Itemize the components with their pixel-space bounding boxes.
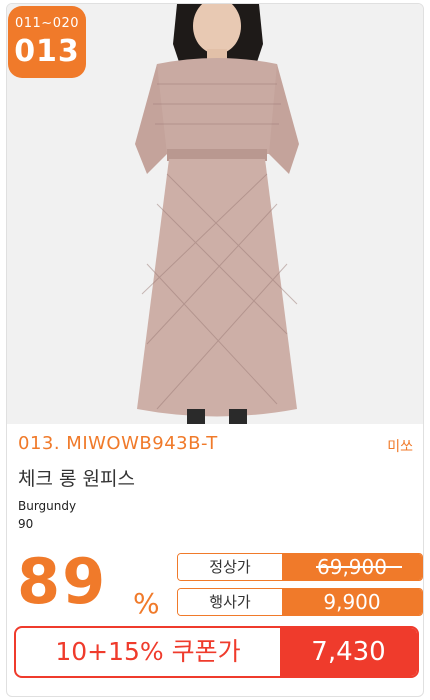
discount-percent: 89	[17, 545, 108, 618]
product-size: 90	[18, 517, 34, 531]
discount-unit: %	[133, 587, 160, 620]
regular-price-label: 정상가	[178, 554, 282, 580]
coupon-price-label: 10+15% 쿠폰가	[55, 637, 241, 666]
coupon-price-value: 7,430	[280, 628, 417, 676]
product-color: Burgundy	[18, 499, 77, 513]
badge-range: 011~020	[14, 16, 80, 31]
item-number-badge: 011~020 013	[8, 6, 86, 78]
event-price-value: 9,900	[282, 589, 422, 615]
brand-name[interactable]: 미쏘	[387, 436, 413, 456]
coupon-price-box[interactable]: 10+15% 쿠폰가 7,430	[14, 626, 419, 678]
product-code: 013. MIWOWB943B-T	[18, 433, 218, 454]
product-image[interactable]: 011~020 013	[7, 4, 423, 424]
event-price-label: 행사가	[178, 589, 282, 615]
strikethrough-line	[316, 566, 402, 568]
product-card[interactable]: 011~020 013 013. MIWOWB943B-T 미쏘 체크 롱 원피…	[6, 3, 424, 697]
regular-price-row: 정상가 69,900	[177, 553, 423, 581]
regular-price-value: 69,900	[282, 554, 422, 580]
badge-number: 013	[14, 34, 80, 69]
product-name[interactable]: 체크 롱 원피스	[18, 464, 135, 491]
event-price-row: 행사가 9,900	[177, 588, 423, 616]
